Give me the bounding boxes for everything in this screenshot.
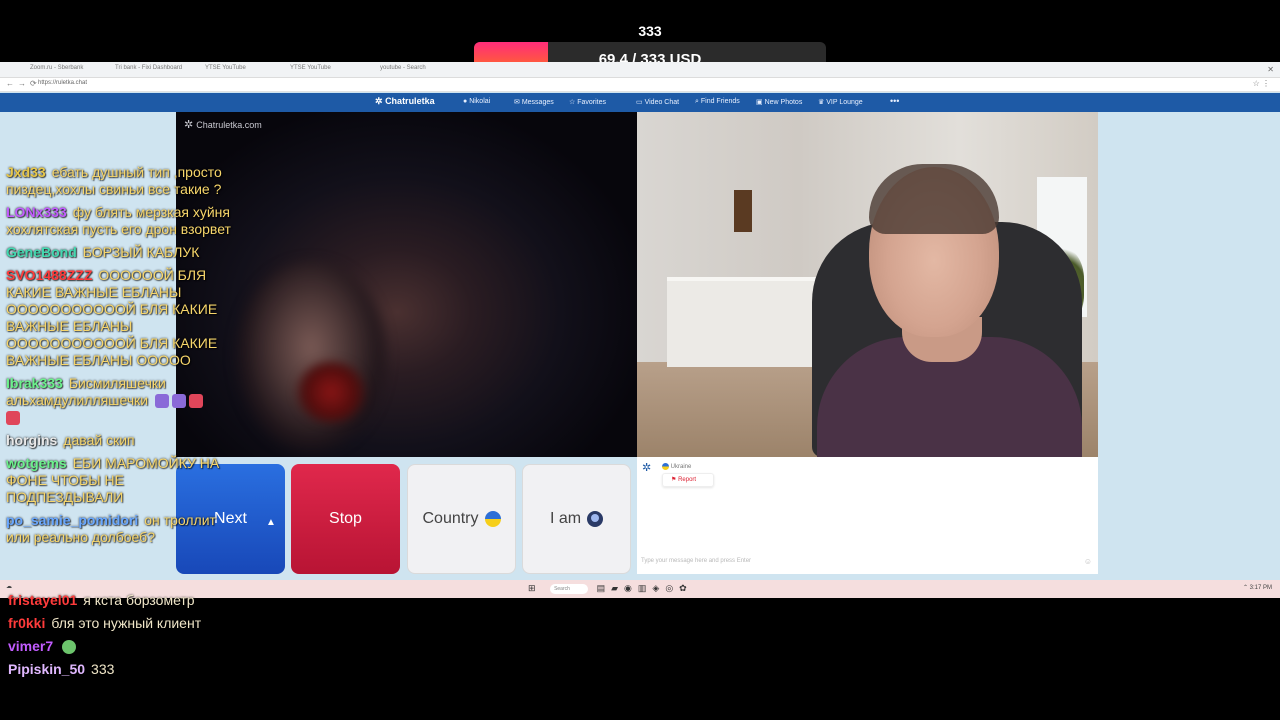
app-icon[interactable]: ◎ [665, 583, 679, 593]
country-button[interactable]: Country [407, 464, 516, 574]
flag-icon: ⚑ [671, 477, 677, 483]
stop-button[interactable]: Stop [291, 464, 400, 574]
chat-message: po_samie_pomidori он троллит или реально … [6, 512, 216, 545]
nav-new-photos[interactable]: ▣ New Photos [756, 98, 802, 106]
chat-message: Ibrak333 Бисмиляшечки альхамдулилляшечки [6, 375, 232, 426]
own-webcam-video [637, 112, 1098, 457]
emoji-icon[interactable]: ☺ [1084, 557, 1092, 566]
browser-tab[interactable]: youtube - Search [380, 65, 426, 77]
nav-favorites[interactable]: ☆ Favorites [569, 98, 606, 106]
moon-emote-icon [171, 394, 186, 409]
user-avatar-icon [587, 511, 604, 527]
window-close-icon[interactable]: ✕ [1267, 65, 1274, 74]
chat-message: vimer7 [8, 638, 201, 655]
nav-find-friends[interactable]: ⌕ Find Friends [695, 98, 740, 106]
candy-emote-icon [6, 411, 20, 426]
address-bar[interactable]: ←→⟳ https://ruletka.chat ☆ ⋮ [0, 78, 1280, 92]
mouse-cursor-icon: ▲ [266, 517, 276, 528]
report-button[interactable]: ⚑ Report [662, 473, 714, 487]
partner-country: Ukraine [662, 463, 691, 470]
chat-message: SVO1488ZZZ ООООООЙ БЛЯ КАКИЕ ВАЖНЫЕ ЕБЛАН… [6, 267, 218, 368]
system-tray[interactable]: ⌃ 3:17 PM [1243, 584, 1272, 591]
star-icon: ☆ [569, 99, 576, 106]
chat-message: Pipiskin_50 333 [8, 661, 115, 677]
nav-controls-icon[interactable]: ←→⟳ [6, 79, 41, 88]
taskbar-icons: ⊞ Search ▤▰◉▥◈◎✿ [528, 583, 693, 594]
app-icon[interactable]: ✿ [679, 583, 693, 593]
crown-icon: ♛ [818, 99, 825, 106]
text-chat-panel: ✲ Ukraine ⚑ Report Type your message her… [637, 457, 1098, 574]
app-icon[interactable]: ◈ [652, 583, 665, 593]
browser-tab[interactable]: YTSE YouTube [290, 65, 331, 77]
search-icon: ⌕ [695, 98, 699, 105]
streamer-hair [869, 164, 999, 234]
stranger-face-detail [296, 362, 366, 422]
browser-tab[interactable]: Zoom.ru - Sberbank [30, 65, 83, 77]
image-icon: ▣ [756, 99, 763, 106]
clock: 3:17 PM [1249, 585, 1272, 591]
avatar: ● [463, 98, 468, 105]
logo-icon: ✲ [375, 96, 383, 106]
more-menu-icon[interactable]: ••• [890, 96, 899, 106]
folder-icon[interactable]: ▰ [611, 583, 624, 593]
chat-message: wotgems ЕБИ МАРОМОЙКУ НА ФОНЕ ЧТОБЫ НЕ ПО… [6, 455, 220, 505]
video-icon: ▭ [636, 99, 643, 106]
browser-icon[interactable]: ◉ [624, 583, 638, 593]
taskbar-search[interactable]: Search [550, 583, 589, 594]
nav-messages[interactable]: ✉ Messages [514, 98, 554, 106]
windows-start-icon[interactable]: ⊞ [528, 583, 542, 593]
app-icon[interactable]: ▥ [638, 583, 653, 593]
message-icon: ✉ [514, 99, 520, 106]
ukraine-flag-icon [484, 511, 501, 527]
weather-widget[interactable]: ☁ [6, 583, 12, 590]
chat-message: Jxd33 ебать душный тип ,просто пиздец,хох… [6, 164, 222, 197]
chat-message: horgins давай скип [6, 432, 135, 448]
chat-message: LONx333 фу блять мерзкая хуйня хохлятская… [6, 204, 231, 237]
browser-tab[interactable]: YTSE YouTube [205, 65, 246, 77]
stranger-face-blur [236, 262, 386, 452]
candy-emote-icon [188, 394, 203, 409]
donation-goal-label: 333 [638, 23, 662, 39]
moon-emote-icon [154, 394, 169, 409]
i-am-button[interactable]: I am [522, 464, 631, 574]
chat-message-input[interactable]: Type your message here and press Enter [641, 558, 751, 564]
browser-tab-strip: Zoom.ru - Sberbank Tri bank - Fixi Dashb… [0, 62, 1280, 78]
chat-message: fristayel01 я кста борзометр [8, 592, 195, 608]
browser-tab[interactable]: Tri bank - Fixi Dashboard [115, 65, 182, 77]
nav-user[interactable]: ● Nikolai [463, 98, 490, 105]
nav-vip-lounge[interactable]: ♛ VIP Lounge [818, 98, 863, 106]
video-watermark: ✲ Chatruletka.com [184, 119, 262, 131]
stream-chat-overlay: Jxd33 ебать душный тип ,просто пиздец,хох… [6, 164, 232, 552]
ukraine-flag-icon [662, 463, 669, 470]
address-url[interactable]: https://ruletka.chat [38, 80, 87, 86]
wifi-icon: ⌃ [1242, 585, 1248, 591]
logo-icon: ✲ [184, 119, 194, 131]
site-navbar: ✲ Chatruletka ● Nikolai ✉ Messages ☆ Fav… [0, 93, 1280, 112]
room-picture-frame [734, 190, 752, 232]
site-logo[interactable]: ✲ Chatruletka [375, 96, 435, 107]
browser-menu-icon[interactable]: ☆ ⋮ [1253, 79, 1270, 88]
chat-message: GeneBond БОРЗЫЙ КАБЛУК [6, 244, 200, 260]
frog-emote-icon [62, 640, 77, 655]
nav-video-chat[interactable]: ▭ Video Chat [636, 98, 679, 106]
chat-message: fr0kki бля это нужный клиент [8, 615, 202, 631]
logo-icon: ✲ [642, 462, 652, 474]
stranger-video: ✲ Chatruletka.com [176, 112, 637, 457]
stream-chat-overlay-lower: fristayel01 я кста борзометр fr0kki бля эт… [8, 592, 201, 684]
app-icon[interactable]: ▤ [597, 583, 612, 593]
stream-frame: 333 69.4 / 333 USD 0 333 Zoom.ru - Sberb… [0, 0, 1280, 720]
